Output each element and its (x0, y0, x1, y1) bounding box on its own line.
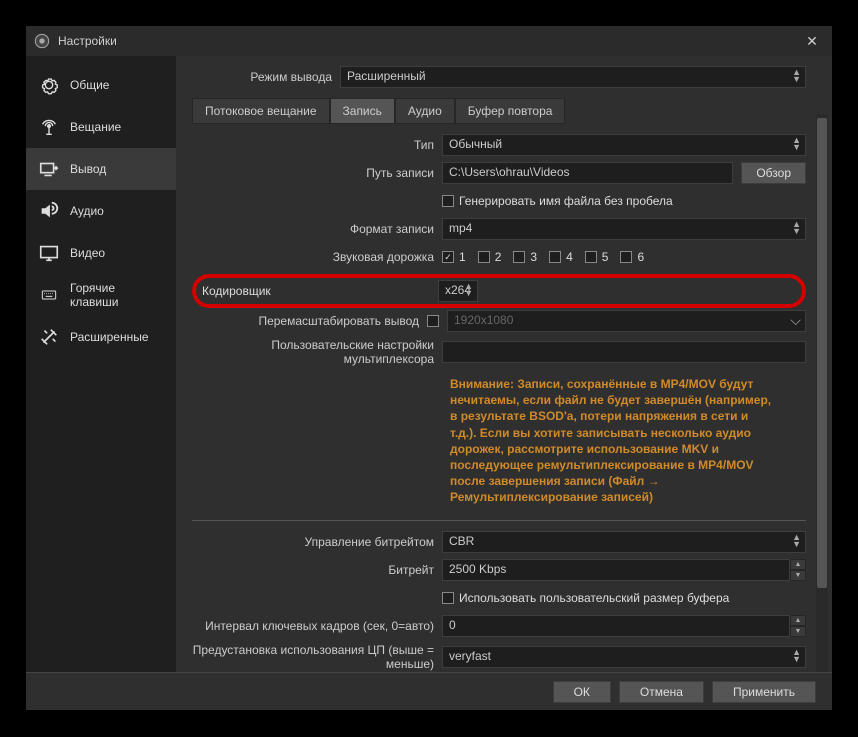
audio-tracks: ✓1 2 3 4 5 6 (442, 250, 806, 264)
antenna-icon (38, 116, 60, 138)
ok-button[interactable]: ОК (553, 681, 611, 703)
bitrate-label: Битрейт (192, 563, 442, 577)
sidebar-item-output[interactable]: Вывод (26, 148, 176, 190)
output-mode-select[interactable]: Расширенный▲▼ (340, 66, 806, 88)
scrollbar[interactable] (816, 114, 828, 672)
track-2-checkbox[interactable]: 2 (478, 250, 502, 264)
browse-button[interactable]: Обзор (741, 162, 806, 184)
tools-icon (38, 326, 60, 348)
speaker-icon (38, 200, 60, 222)
track-5-checkbox[interactable]: 5 (585, 250, 609, 264)
path-label: Путь записи (192, 166, 442, 180)
muxer-input[interactable] (442, 341, 806, 363)
keyint-label: Интервал ключевых кадров (сек, 0=авто) (192, 619, 442, 633)
gear-icon (38, 74, 60, 96)
format-label: Формат записи (192, 222, 442, 236)
sidebar-item-audio[interactable]: Аудио (26, 190, 176, 232)
output-icon (38, 158, 60, 180)
track-1-checkbox[interactable]: ✓1 (442, 250, 466, 264)
close-button[interactable]: ✕ (800, 33, 824, 50)
rescale-label: Перемасштабировать вывод (192, 314, 427, 328)
content-pane: Режим вывода Расширенный▲▼ Потоковое вещ… (176, 56, 832, 672)
encoder-label: Кодировщик (202, 284, 438, 298)
format-select[interactable]: mp4▲▼ (442, 218, 806, 240)
bitrate-input[interactable]: 2500 Kbps (442, 559, 790, 581)
muxer-label: Пользовательские настройки мультиплексор… (192, 338, 442, 366)
type-label: Тип (192, 138, 442, 152)
keyint-up[interactable]: ▲ (790, 615, 806, 626)
gen-nospace-checkbox[interactable]: Генерировать имя файла без пробела (442, 194, 806, 208)
sidebar-item-advanced[interactable]: Расширенные (26, 316, 176, 358)
footer: ОК Отмена Применить (26, 672, 832, 710)
path-input[interactable]: C:\Users\ohrau\Videos (442, 162, 733, 184)
checkbox-icon (442, 592, 454, 604)
bitrate-down[interactable]: ▼ (790, 570, 806, 581)
sidebar-item-general[interactable]: Общие (26, 64, 176, 106)
sidebar-item-hotkeys[interactable]: Горячие клавиши (26, 274, 176, 316)
output-mode-label: Режим вывода (192, 70, 340, 84)
window-title: Настройки (58, 34, 800, 48)
type-select[interactable]: Обычный▲▼ (442, 134, 806, 156)
sidebar-label: Общие (70, 78, 109, 92)
checkbox-icon (442, 195, 454, 207)
titlebar: Настройки ✕ (26, 26, 832, 56)
tab-recording[interactable]: Запись (330, 98, 395, 124)
track-3-checkbox[interactable]: 3 (513, 250, 537, 264)
keyint-input[interactable]: 0 (442, 615, 790, 637)
rescale-checkbox[interactable] (427, 315, 439, 327)
sidebar-label: Видео (70, 246, 105, 260)
gen-nospace-label: Генерировать имя файла без пробела (459, 194, 673, 208)
encoder-select[interactable]: x264▲▼ (438, 280, 478, 302)
track-4-checkbox[interactable]: 4 (549, 250, 573, 264)
tracks-label: Звуковая дорожка (192, 250, 442, 264)
track-6-checkbox[interactable]: 6 (620, 250, 644, 264)
apply-button[interactable]: Применить (712, 681, 816, 703)
sidebar-label: Аудио (70, 204, 104, 218)
keyint-down[interactable]: ▼ (790, 626, 806, 637)
settings-window: Настройки ✕ Общие Вещание Вывод Аудио (26, 26, 832, 710)
sidebar-label: Вещание (70, 120, 121, 134)
custom-buffer-checkbox[interactable]: Использовать пользовательский размер буф… (442, 591, 806, 605)
tab-audio[interactable]: Аудио (395, 98, 455, 124)
tab-replay-buffer[interactable]: Буфер повтора (455, 98, 566, 124)
custom-buffer-label: Использовать пользовательский размер буф… (459, 591, 729, 605)
sidebar-label: Горячие клавиши (70, 281, 164, 309)
preset-label: Предустановка использования ЦП (выше = м… (192, 643, 442, 671)
rate-control-select[interactable]: CBR▲▼ (442, 531, 806, 553)
rescale-select[interactable]: 1920x1080⌵ (447, 310, 806, 332)
keyboard-icon (38, 284, 60, 306)
encoder-highlight: Кодировщик x264▲▼ (192, 274, 806, 308)
sidebar-label: Вывод (70, 162, 106, 176)
sidebar-item-stream[interactable]: Вещание (26, 106, 176, 148)
bitrate-up[interactable]: ▲ (790, 559, 806, 570)
sidebar: Общие Вещание Вывод Аудио Видео Горячие … (26, 56, 176, 672)
rate-control-label: Управление битрейтом (192, 535, 442, 549)
tab-streaming[interactable]: Потоковое вещание (192, 98, 330, 124)
sidebar-label: Расширенные (70, 330, 149, 344)
cancel-button[interactable]: Отмена (619, 681, 704, 703)
scrollbar-thumb[interactable] (817, 118, 827, 588)
sidebar-item-video[interactable]: Видео (26, 232, 176, 274)
app-logo-icon (34, 33, 50, 49)
monitor-icon (38, 242, 60, 264)
tabs: Потоковое вещание Запись Аудио Буфер пов… (192, 98, 806, 124)
divider (192, 520, 806, 521)
preset-select[interactable]: veryfast▲▼ (442, 646, 806, 668)
mp4-warning: Внимание: Записи, сохранённые в MP4/MOV … (450, 372, 776, 510)
